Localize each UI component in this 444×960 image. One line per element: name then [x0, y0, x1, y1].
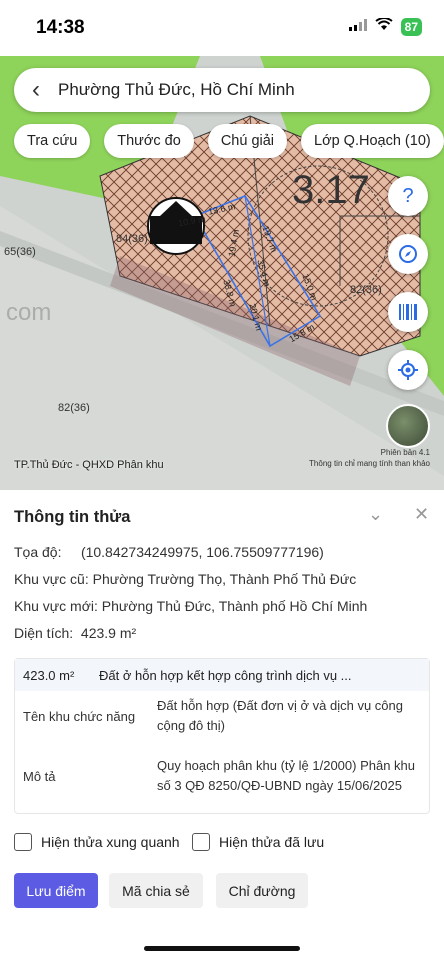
chip-lookup[interactable]: Tra cứu — [14, 124, 91, 158]
signal-icon — [348, 18, 367, 36]
help-icon[interactable]: ? — [388, 176, 428, 216]
directions-button[interactable]: Chỉ đường — [216, 873, 308, 908]
watermark: com — [6, 299, 52, 326]
map-view[interactable]: 3.17 84(36) 65(36) 82(36) 82(36) com 10.… — [0, 56, 444, 490]
lot-code: 65(36) — [4, 246, 36, 258]
zoning-card-header: 423.0 m² Đất ở hỗn hợp kết hợp công trìn… — [15, 659, 429, 691]
satellite-thumbnail[interactable] — [386, 404, 430, 448]
checkbox-box[interactable] — [14, 833, 32, 851]
saved-parcels-checkbox[interactable]: Hiện thửa đã lưu — [192, 833, 324, 851]
wifi-icon — [375, 17, 393, 36]
status-time: 14:38 — [36, 17, 85, 38]
parcel-number: 3.17 — [292, 168, 370, 212]
parcel-info-panel: Thông tin thửa ⌄ ✕ Tọa độ: (10.842734249… — [0, 490, 444, 960]
map-credit: Thông tin chỉ mang tính than khảo — [309, 459, 430, 468]
zoning-card: 423.0 m² Đất ở hỗn hợp kết hợp công trìn… — [14, 658, 430, 814]
lot-code: 82(36) — [350, 284, 382, 296]
function-row: Tên khu chức năng Đất hỗn hợp (Đất đơn v… — [23, 698, 403, 733]
coord-line: Tọa độ: (10.842734249975, 106.7550977719… — [14, 544, 324, 560]
description-row: Mô tả Quy hoạch phân khu (tỷ lệ 1/2000) … — [23, 758, 416, 793]
lot-code: 82(36) — [58, 402, 90, 414]
map-caption: TP.Thủ Đức - QHXD Phân khu — [14, 459, 164, 471]
building-icon — [147, 197, 205, 255]
close-icon[interactable]: ✕ — [414, 504, 429, 525]
map-canvas — [0, 56, 444, 490]
size-line: Diện tích: 423.9 m² — [14, 625, 137, 641]
locate-icon[interactable] — [388, 350, 428, 390]
coord-value: (10.842734249975, 106.75509777196) — [80, 544, 324, 560]
barcode-icon[interactable] — [388, 292, 428, 332]
nearby-parcels-checkbox[interactable]: Hiện thửa xung quanh — [14, 833, 180, 851]
compass-icon[interactable] — [388, 234, 428, 274]
share-code-button[interactable]: Mã chia sẻ — [109, 873, 203, 908]
version-label: Phiên bản 4.1 — [380, 448, 430, 457]
back-arrow-icon[interactable]: ‹ — [14, 76, 58, 104]
location-title: Phường Thủ Đức, Hồ Chí Minh — [58, 80, 295, 99]
chip-planning-layer[interactable]: Lớp Q.Hoạch (10) — [301, 124, 444, 158]
map-tools: Tra cứu Thước đo Chú giải Lớp Q.Hoạch (1… — [14, 124, 444, 158]
save-point-button[interactable]: Lưu điểm — [14, 873, 98, 908]
battery-icon: 87 — [400, 18, 422, 36]
chip-measure[interactable]: Thước đo — [104, 124, 194, 158]
status-bar: 14:38 87 — [0, 0, 444, 56]
search-bar[interactable]: ‹ Phường Thủ Đức, Hồ Chí Minh — [14, 68, 430, 112]
checkbox-box[interactable] — [192, 833, 210, 851]
collapse-icon[interactable]: ⌄ — [368, 504, 383, 525]
old-area-line: Khu vực cũ: Phường Trường Thọ, Thành Phố… — [14, 571, 357, 587]
parcel-code: 84(36) — [116, 233, 148, 245]
chip-legend[interactable]: Chú giải — [207, 124, 288, 158]
new-area-line: Khu vực mới: Phường Thủ Đức, Thành phố H… — [14, 598, 368, 614]
home-indicator[interactable] — [144, 946, 300, 951]
panel-title: Thông tin thửa — [14, 508, 131, 526]
